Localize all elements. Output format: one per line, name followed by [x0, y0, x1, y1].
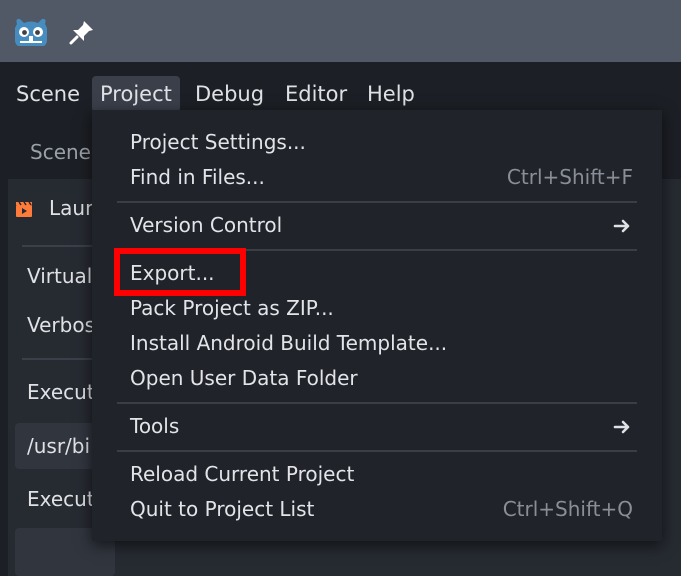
- menu-separator: [117, 402, 637, 404]
- executable-args-label: Execut: [27, 487, 95, 511]
- executable-label: Execut: [27, 380, 95, 404]
- menu-scene[interactable]: Scene: [8, 76, 88, 112]
- highlight-box: [114, 248, 246, 296]
- menu-help[interactable]: Help: [359, 76, 423, 112]
- menu-item-find-in-files[interactable]: Find in Files...: [130, 165, 265, 189]
- menu-item-install-android-template[interactable]: Install Android Build Template...: [130, 331, 447, 355]
- shortcut-find-in-files: Ctrl+Shift+F: [506, 165, 633, 189]
- chevron-right-icon: [613, 420, 630, 434]
- menu-item-open-user-data[interactable]: Open User Data Folder: [130, 366, 358, 390]
- clapperboard-icon: [16, 201, 32, 217]
- menu-item-tools[interactable]: Tools: [130, 414, 179, 438]
- menu-item-reload-project[interactable]: Reload Current Project: [130, 462, 354, 486]
- menu-item-quit-to-project-list[interactable]: Quit to Project List: [130, 497, 314, 521]
- menu-project[interactable]: Project: [92, 76, 180, 112]
- chevron-right-icon: [613, 219, 630, 233]
- path-value: /usr/bi: [27, 434, 91, 458]
- pin-icon[interactable]: [68, 18, 96, 46]
- separator: [22, 358, 94, 360]
- verbose-label: Verbos: [27, 313, 96, 337]
- menu-item-project-settings[interactable]: Project Settings...: [130, 130, 306, 154]
- menu-separator: [117, 201, 637, 203]
- menu-item-version-control[interactable]: Version Control: [130, 213, 282, 237]
- shortcut-quit: Ctrl+Shift+Q: [502, 497, 633, 521]
- menu-separator: [117, 450, 637, 452]
- project-menu-dropdown: Project Settings... Find in Files... Ctr…: [92, 110, 662, 541]
- launch-label: Laun: [49, 196, 98, 220]
- menu-debug[interactable]: Debug: [187, 76, 272, 112]
- virtual-label: Virtual: [27, 264, 93, 288]
- menu-item-pack-zip[interactable]: Pack Project as ZIP...: [130, 296, 334, 320]
- title-bar: [0, 0, 681, 62]
- godot-logo-icon[interactable]: [11, 14, 51, 50]
- menu-editor[interactable]: Editor: [277, 76, 355, 112]
- separator: [22, 245, 94, 247]
- tab-scene[interactable]: Scene: [30, 140, 91, 164]
